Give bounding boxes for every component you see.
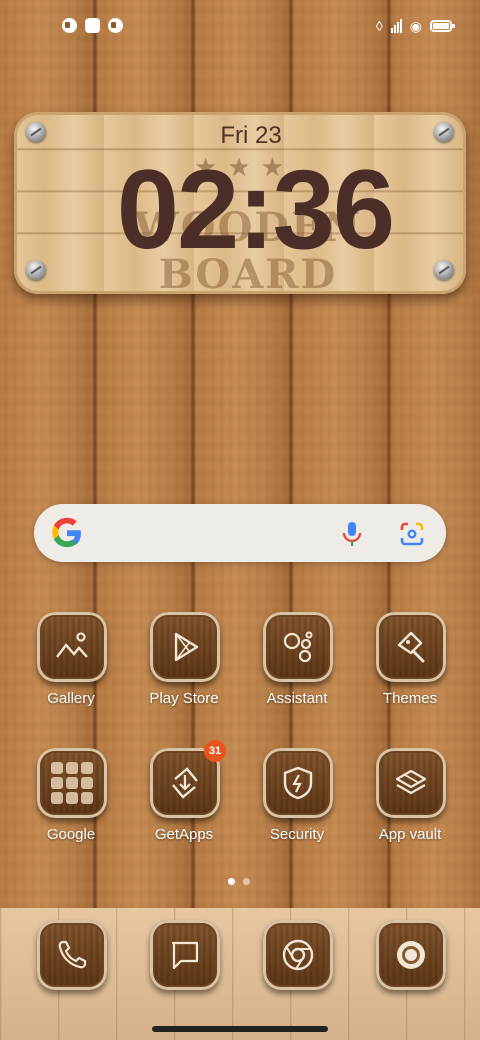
security-icon xyxy=(263,748,333,818)
themes-icon xyxy=(376,612,446,682)
app-label: Gallery xyxy=(47,690,95,707)
play-store-icon xyxy=(150,612,220,682)
camera-icon xyxy=(376,920,446,990)
voice-search-icon[interactable] xyxy=(340,520,364,548)
signal-icon xyxy=(390,19,402,33)
app-label: Google xyxy=(46,826,96,843)
notification-app-icon xyxy=(62,18,77,33)
page-indicator xyxy=(228,878,250,885)
dock-camera[interactable] xyxy=(354,920,466,1040)
wifi-icon: ◉ xyxy=(409,18,422,34)
notification-app-icon-2 xyxy=(108,18,123,33)
page-dot xyxy=(228,878,235,885)
google-logo-icon xyxy=(52,517,81,548)
app-getapps[interactable]: 31 GetApps xyxy=(128,740,240,868)
messages-icon xyxy=(150,920,220,990)
app-label: GetApps xyxy=(154,826,214,843)
google-lens-icon[interactable] xyxy=(398,520,426,548)
clock-date: Fri 23 xyxy=(220,122,282,149)
gesture-nav-bar[interactable] xyxy=(152,1026,328,1032)
assistant-icon xyxy=(263,612,333,682)
notification-badge: 31 xyxy=(204,740,226,762)
app-label: App vault xyxy=(378,826,442,843)
dock-messages[interactable] xyxy=(128,920,240,1040)
chrome-icon xyxy=(263,920,333,990)
app-label: Security xyxy=(269,826,325,843)
app-play-store[interactable]: Play Store xyxy=(128,612,240,732)
app-label: Assistant xyxy=(266,690,328,707)
notification-square-icon xyxy=(85,18,100,33)
page-dot xyxy=(243,878,250,885)
dock-chrome[interactable] xyxy=(241,920,353,1040)
dock-phone[interactable] xyxy=(15,920,127,1040)
app-gallery[interactable]: Gallery xyxy=(15,612,127,732)
app-themes[interactable]: Themes xyxy=(354,612,466,732)
app-label: Themes xyxy=(382,690,438,707)
ghost-icon: ◊ xyxy=(375,18,383,34)
app-assistant[interactable]: Assistant xyxy=(241,612,353,732)
app-app-vault[interactable]: App vault xyxy=(354,748,466,868)
google-search-bar[interactable] xyxy=(34,504,446,562)
clock-time: 02:36 xyxy=(116,147,395,272)
phone-icon xyxy=(37,920,107,990)
app-google-folder[interactable]: Google xyxy=(15,748,127,868)
app-label: Play Store xyxy=(149,690,219,707)
battery-icon xyxy=(430,20,455,32)
status-bar: ◊ ◉ xyxy=(0,0,480,56)
app-vault-icon xyxy=(376,748,446,818)
app-security[interactable]: Security xyxy=(241,748,353,868)
gallery-icon xyxy=(37,612,107,682)
google-folder-icon xyxy=(37,748,107,818)
